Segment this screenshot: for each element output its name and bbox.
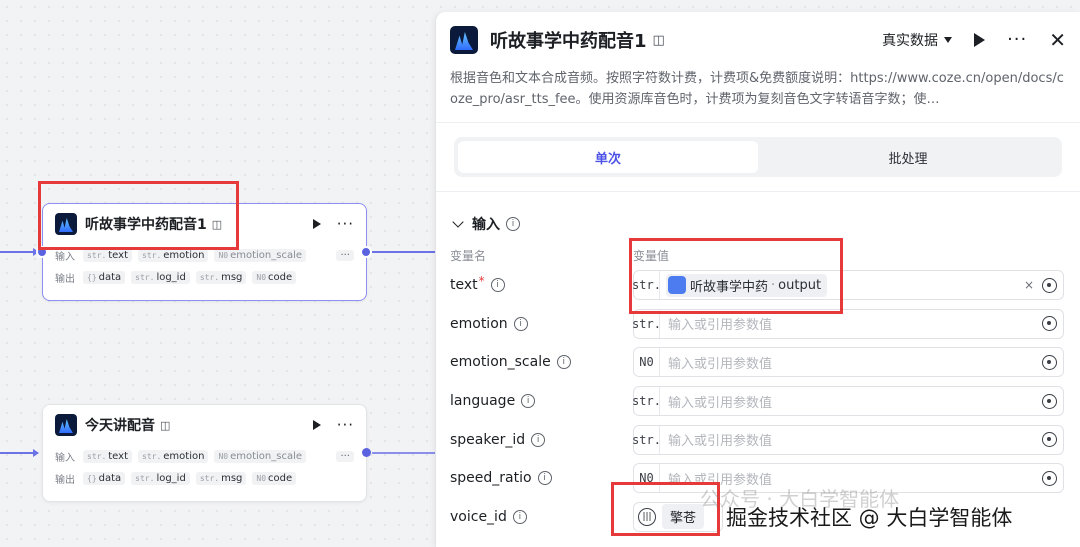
value-input[interactable]: 输入或引用参数值: [660, 314, 1042, 333]
speaker-id-value-field[interactable]: str. 输入或引用参数值: [632, 424, 1064, 455]
watermark: 掘金技术社区 @ 大白学智能体: [726, 506, 1013, 530]
mode-tabs: 单次 批处理: [454, 137, 1062, 177]
clear-icon[interactable]: ×: [1024, 278, 1034, 292]
input-tag: str. text: [83, 449, 133, 463]
variable-reference-icon[interactable]: [1042, 277, 1057, 293]
info-icon[interactable]: i: [490, 278, 505, 293]
tts-plugin-logo: [450, 26, 478, 54]
info-icon[interactable]: i: [556, 355, 571, 370]
type-label: N0: [634, 348, 660, 377]
node-2-input-port[interactable]: [36, 447, 44, 455]
node-inputs: 输入 str. text str. emotion N0 emotion_scale …: [55, 445, 354, 467]
info-icon[interactable]: i: [521, 394, 536, 409]
more-options-button[interactable]: ···: [1007, 31, 1027, 49]
run-node-button[interactable]: [312, 219, 321, 229]
workflow-node-2[interactable]: 今天讲配音 ◫ ··· 输入 str. text str. emotion N0 em…: [42, 404, 367, 502]
info-icon[interactable]: i: [513, 316, 528, 331]
node-outputs: 输出 {} data str. log_id str. msg N0 code: [55, 467, 354, 489]
divider: [436, 191, 1080, 192]
panel-description: 根据音色和文本合成音频。按照字符数计费，计费项&免费额度说明：https://w…: [450, 71, 1064, 107]
panel-header: 听故事学中药配音1 ◫ 真实数据 ··· ✕: [436, 12, 1080, 68]
output-tag: str. msg: [195, 270, 247, 284]
node-detail-panel: 听故事学中药配音1 ◫ 真实数据 ··· ✕ 根据音色和文本合成音频。按照字符数…: [435, 12, 1080, 547]
variable-reference-icon[interactable]: [1042, 393, 1057, 409]
type-label: str.: [632, 309, 661, 338]
variable-reference-icon[interactable]: [1042, 470, 1057, 486]
output-tag: N0 code: [252, 471, 297, 485]
run-button[interactable]: [974, 33, 986, 47]
chevron-down-icon: [452, 216, 464, 228]
divider: [436, 122, 1080, 123]
highlight-box-node-title: [38, 181, 239, 250]
input-tag: str. emotion: [138, 248, 209, 262]
tts-plugin-logo: [55, 414, 77, 436]
value-input[interactable]: 输入或引用参数值: [660, 430, 1042, 449]
caret-down-icon: [944, 37, 953, 43]
value-input[interactable]: 输入或引用参数值: [660, 353, 1042, 372]
variable-reference-icon[interactable]: [1042, 432, 1057, 448]
input-tag: N0 emotion_scale: [214, 248, 307, 262]
tab-single[interactable]: 单次: [458, 141, 758, 173]
type-label: str.: [632, 425, 661, 454]
panel-title: 听故事学中药配音1: [490, 31, 647, 52]
info-icon[interactable]: i: [537, 471, 552, 486]
node-more-button[interactable]: ···: [337, 417, 354, 433]
node-more-button[interactable]: ···: [337, 216, 354, 232]
output-tag: N0 code: [252, 270, 297, 284]
output-tag: str. log_id: [131, 471, 190, 485]
value-input[interactable]: 输入或引用参数值: [660, 392, 1042, 411]
output-tag: {} data: [83, 270, 126, 284]
node-title: 今天讲配音: [85, 418, 155, 434]
input-tag: str. text: [83, 248, 133, 262]
node-2-output-port[interactable]: [362, 448, 371, 457]
param-row-speaker-id: speaker_id i str. 输入或引用参数值: [436, 420, 1080, 459]
emotion-scale-value-field[interactable]: N0 输入或引用参数值: [633, 347, 1064, 378]
node-outputs: 输出 {} data str. log_id str. msg N0 code: [55, 266, 354, 288]
output-tag: {} data: [83, 471, 126, 485]
param-row-language: language i str. 输入或引用参数值: [436, 382, 1080, 421]
output-tag: str. msg: [195, 471, 247, 485]
more-inputs-indicator[interactable]: ···: [336, 249, 354, 261]
input-tag: N0 emotion_scale: [214, 449, 307, 463]
input-tag: str. emotion: [138, 449, 209, 463]
param-row-emotion-scale: emotion_scale i N0 输入或引用参数值: [436, 343, 1080, 382]
highlight-box-text-value: [629, 238, 843, 314]
info-icon[interactable]: i: [506, 217, 520, 231]
language-value-field[interactable]: str. 输入或引用参数值: [632, 386, 1064, 417]
info-icon[interactable]: i: [531, 432, 546, 447]
node-1-output-port[interactable]: [360, 246, 372, 258]
tab-batch[interactable]: 批处理: [758, 141, 1058, 173]
more-inputs-indicator[interactable]: ···: [336, 450, 354, 462]
data-mode-select[interactable]: 真实数据: [882, 30, 953, 50]
variable-reference-icon[interactable]: [1042, 354, 1057, 370]
ribbon-icon: ◫: [652, 32, 665, 48]
type-label: str.: [632, 387, 661, 416]
ribbon-icon: ◫: [160, 418, 171, 432]
variable-reference-icon[interactable]: [1042, 316, 1057, 332]
workflow-canvas[interactable]: 听故事学中药配音1 ◫ ··· 输入 str. text str. emotion …: [0, 0, 435, 547]
info-icon[interactable]: i: [512, 509, 527, 524]
run-node-button[interactable]: [312, 420, 321, 430]
edge-out-2: [372, 452, 435, 454]
edge-out-1: [372, 251, 435, 253]
close-icon[interactable]: ✕: [1049, 30, 1066, 50]
output-tag: str. log_id: [131, 270, 190, 284]
